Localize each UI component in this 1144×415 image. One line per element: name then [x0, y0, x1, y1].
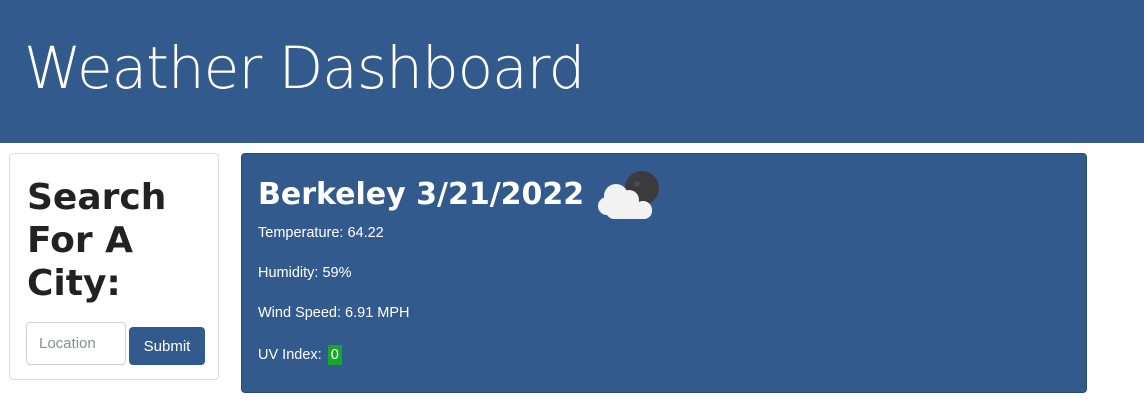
- uv-index-label: UV Index:: [258, 347, 322, 363]
- humidity-text: Humidity: 59%: [258, 265, 352, 281]
- uv-index-badge: 0: [327, 345, 342, 365]
- search-panel: Search For A City: Submit: [9, 153, 219, 380]
- wind-speed-text: Wind Speed: 6.91 MPH: [258, 305, 410, 321]
- location-input[interactable]: [26, 322, 126, 365]
- page-header: Weather Dashboard: [0, 0, 1144, 143]
- current-weather-card: Berkeley 3/21/2022 Temperature: 64.22 Hu…: [241, 153, 1087, 393]
- submit-button[interactable]: Submit: [129, 327, 205, 365]
- city-heading-row: Berkeley 3/21/2022: [258, 170, 662, 220]
- city-date-heading: Berkeley 3/21/2022: [258, 177, 585, 212]
- temperature-text: Temperature: 64.22: [258, 225, 384, 241]
- partly-cloudy-night-icon: [598, 171, 660, 219]
- page-title: Weather Dashboard: [24, 34, 585, 102]
- search-title: Search For A City:: [27, 177, 167, 304]
- uv-index-row: UV Index: 0: [258, 345, 342, 365]
